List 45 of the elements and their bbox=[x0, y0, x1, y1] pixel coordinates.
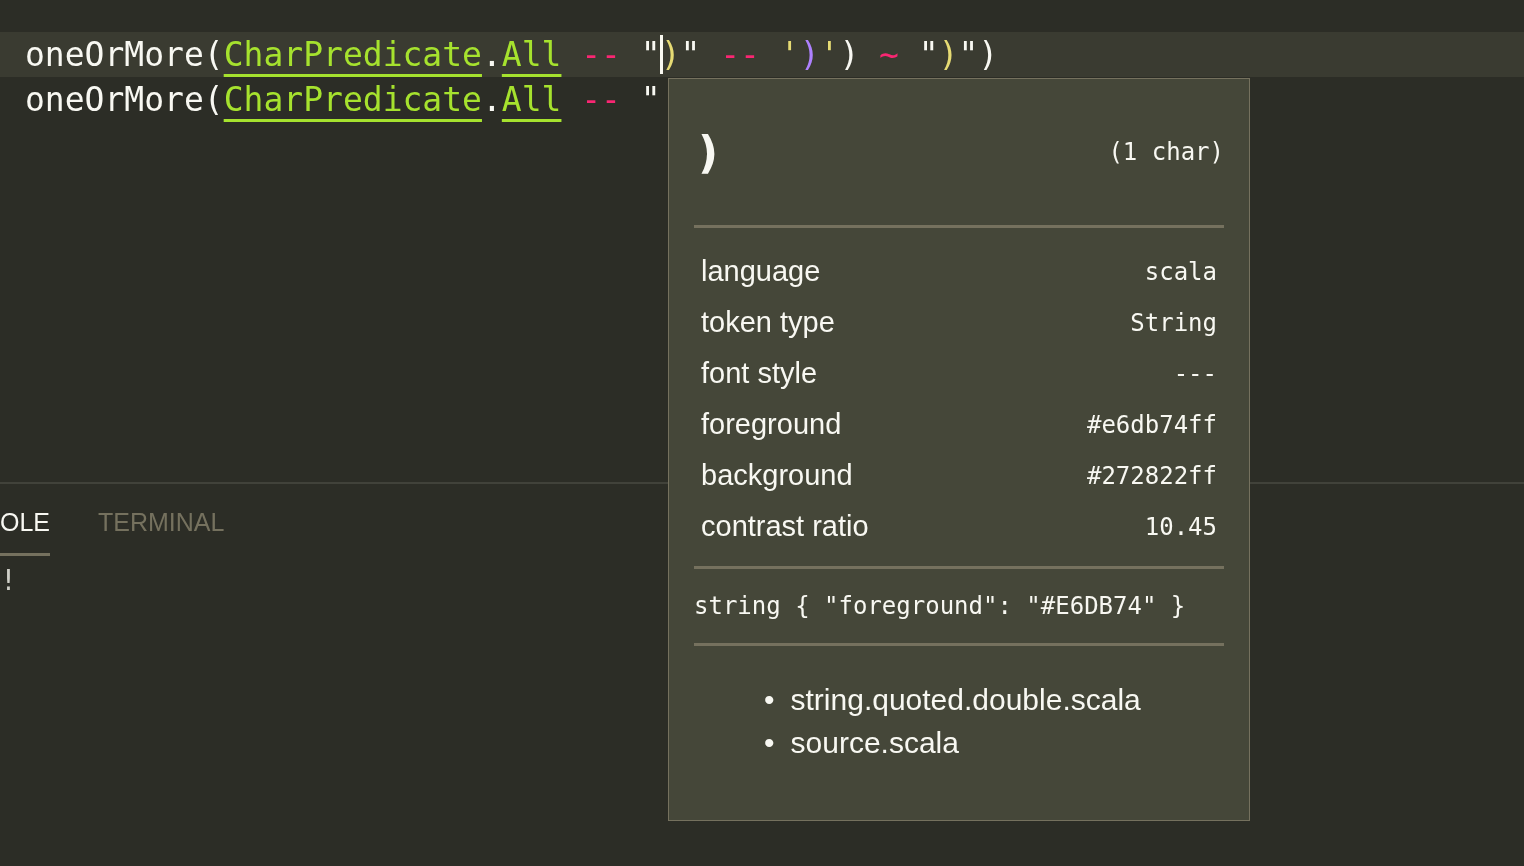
code-token: oneOrMore( bbox=[25, 80, 224, 119]
scope-name: string.quoted.double.scala bbox=[790, 682, 1141, 717]
code-token: ) bbox=[938, 35, 959, 74]
code-token: ) bbox=[660, 35, 681, 74]
code-token: " bbox=[958, 35, 979, 74]
property-label: font style bbox=[701, 357, 818, 390]
code-token: . bbox=[481, 80, 502, 119]
code-token: All bbox=[501, 35, 562, 74]
code-token: " bbox=[918, 35, 939, 74]
code-token: All bbox=[501, 80, 562, 119]
char-count: (1 char) bbox=[1108, 138, 1224, 166]
panel-tab[interactable]: OLE bbox=[0, 508, 51, 556]
code-token: " bbox=[680, 35, 701, 74]
code-token: . bbox=[481, 35, 502, 74]
property-value: scala bbox=[1144, 257, 1217, 286]
property-value: 10.45 bbox=[1144, 512, 1217, 541]
property-value: --- bbox=[1173, 359, 1217, 388]
code-token: ) bbox=[839, 35, 860, 74]
scope-name: source.scala bbox=[790, 725, 959, 760]
code-token: ' bbox=[779, 35, 800, 74]
code-token: oneOrMore( bbox=[25, 35, 224, 74]
code-token: -- bbox=[581, 35, 621, 74]
property-value: String bbox=[1130, 308, 1217, 337]
code-token: CharPredicate bbox=[223, 35, 482, 74]
property-value: #e6db74ff bbox=[1086, 410, 1217, 439]
code-token: ~ bbox=[879, 35, 899, 74]
bullet: • bbox=[764, 682, 775, 717]
inspected-glyph: ) bbox=[698, 126, 719, 178]
code-token: CharPredicate bbox=[223, 80, 482, 119]
code-token: -- bbox=[581, 80, 621, 119]
code-token: " bbox=[640, 35, 661, 74]
property-label: foreground bbox=[701, 408, 842, 441]
console-output: ! bbox=[0, 564, 17, 597]
property-label: language bbox=[701, 255, 821, 288]
bullet: • bbox=[764, 725, 775, 760]
code-token: " bbox=[640, 80, 661, 119]
property-value: #272822ff bbox=[1086, 461, 1217, 490]
code-token: -- bbox=[720, 35, 760, 74]
property-label: background bbox=[701, 459, 853, 492]
property-label: token type bbox=[701, 306, 835, 339]
theme-rule: string { "foreground": "#E6DB74" } bbox=[694, 592, 1186, 620]
property-label: contrast ratio bbox=[701, 510, 869, 543]
code-token: ) bbox=[799, 35, 820, 74]
code-token: ' bbox=[819, 35, 840, 74]
code-token: ) bbox=[978, 35, 999, 74]
